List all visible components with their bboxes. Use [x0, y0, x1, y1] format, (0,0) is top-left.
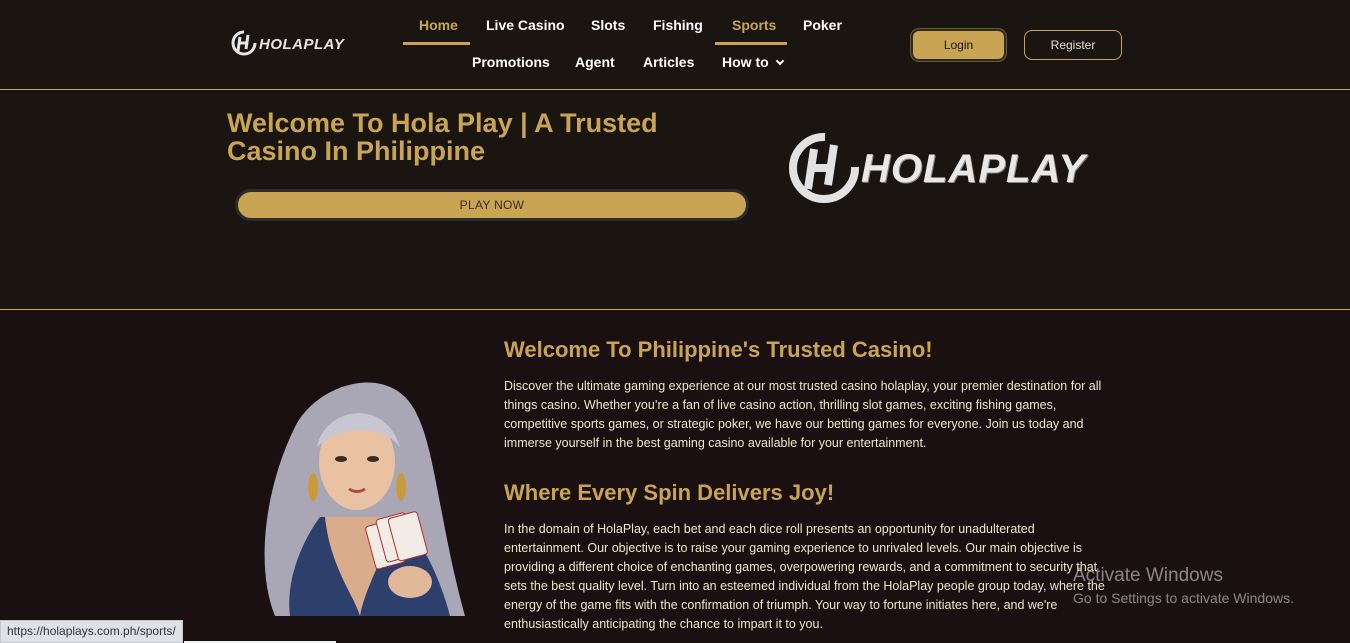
holaplay-logo-icon	[789, 132, 859, 203]
nav-poker[interactable]: Poker	[803, 17, 842, 33]
play-now-button[interactable]: PLAY NOW	[235, 189, 749, 221]
hero-logo: HOLAPLAY	[787, 131, 1086, 207]
brand-wordmark: HOLAPLAY	[259, 35, 345, 53]
nav-sports[interactable]: Sports	[732, 17, 776, 33]
nav-fishing[interactable]: Fishing	[653, 17, 703, 33]
nav-live-casino[interactable]: Live Casino	[486, 17, 565, 33]
casino-hostess-image	[235, 367, 480, 616]
nav-sports-underline	[715, 42, 787, 45]
holaplay-logo-icon	[231, 30, 257, 56]
activate-windows-subtitle: Go to Settings to activate Windows.	[1073, 590, 1294, 606]
nav-how-to-label: How to	[722, 54, 769, 70]
section1-body: Discover the ultimate gaming experience …	[504, 379, 1102, 450]
brand-logo[interactable]: HOLAPLAY	[231, 30, 344, 58]
section1-heading: Welcome To Philippine's Trusted Casino!	[504, 337, 933, 362]
chevron-down-icon	[775, 56, 784, 66]
activate-windows-title: Activate Windows	[1073, 565, 1223, 586]
nav-slots[interactable]: Slots	[591, 17, 625, 33]
status-bar-url: https://holaplays.com.ph/sports/	[0, 620, 183, 643]
hero-wordmark: HOLAPLAY	[861, 146, 1087, 191]
nav-home-underline	[403, 42, 470, 45]
nav-articles[interactable]: Articles	[643, 54, 694, 70]
nav-home[interactable]: Home	[419, 17, 458, 33]
register-button[interactable]: Register	[1024, 30, 1122, 60]
nav-how-to[interactable]: How to	[722, 54, 784, 70]
site-header: HOLAPLAY Home Live Casino Slots Fishing …	[0, 0, 1350, 90]
section2-body: In the domain of HolaPlay, each bet and …	[504, 522, 1105, 631]
section2-heading: Where Every Spin Delivers Joy!	[504, 480, 835, 505]
nav-promotions[interactable]: Promotions	[472, 54, 550, 70]
hero-title: Welcome To Hola Play | A Trusted Casino …	[227, 108, 658, 166]
hero-banner: Welcome To Hola Play | A Trusted Casino …	[0, 91, 1350, 310]
nav-agent[interactable]: Agent	[575, 54, 615, 70]
login-button[interactable]: Login	[911, 29, 1006, 61]
